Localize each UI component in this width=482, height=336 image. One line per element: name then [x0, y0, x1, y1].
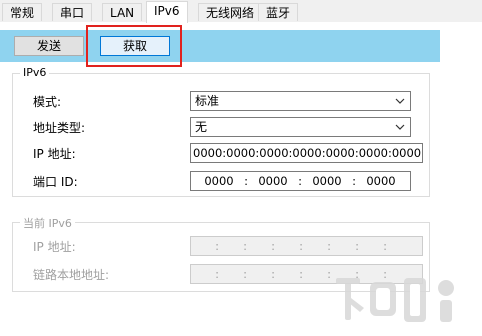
link-local-separator: : [299, 267, 303, 281]
ip-address-label: IP 地址: [33, 147, 76, 161]
tab-wireless[interactable]: 无线网络 [198, 3, 263, 21]
current-ip-separator: : [243, 239, 247, 253]
address-type-select-value: 无 [195, 120, 208, 134]
chevron-down-icon [395, 124, 405, 130]
current-ip-separator: : [355, 239, 359, 253]
link-local-separator: : [271, 267, 275, 281]
link-local-separator: : [243, 267, 247, 281]
tab-serial[interactable]: 串口 [52, 3, 93, 21]
tab-general[interactable]: 常规 [2, 3, 43, 21]
address-type-select[interactable]: 无 [190, 117, 411, 137]
current-ip-field: : : : : : : : [190, 236, 423, 256]
link-local-label: 链路本地地址: [33, 268, 110, 282]
port-id-segment: 0000 [312, 174, 342, 188]
current-ip-separator: : [271, 239, 275, 253]
ipv6-group-legend: IPv6 [20, 66, 50, 79]
port-id-label: 端口 ID: [33, 175, 78, 189]
send-button[interactable]: 发送 [14, 36, 84, 56]
port-id-segment: 0000 [204, 174, 234, 188]
chevron-down-icon [395, 98, 405, 104]
current-ip-separator: : [299, 239, 303, 253]
ip-address-field[interactable]: 0000:0000:0000:0000:0000:0000:0000:0000 [190, 143, 423, 163]
current-ip-separator: : [215, 239, 219, 253]
highlight-frame [86, 25, 182, 67]
current-ip-separator: : [327, 239, 331, 253]
tab-lan[interactable]: LAN [102, 3, 143, 21]
watermark-logo [336, 278, 454, 322]
tab-bluetooth[interactable]: 蓝牙 [258, 3, 299, 21]
port-id-segment: 0000 [258, 174, 288, 188]
link-local-separator: : [327, 267, 331, 281]
current-ip-label: IP 地址: [33, 240, 76, 254]
tab-ipv6[interactable]: IPv6 [146, 1, 188, 23]
port-id-separator: : [298, 174, 302, 188]
tab-strip: 常规 串口 LAN IPv6 无线网络 蓝牙 [0, 0, 482, 23]
current-ip-separator: : [383, 239, 387, 253]
mode-select-value: 标准 [195, 94, 220, 108]
mode-select[interactable]: 标准 [190, 91, 411, 111]
port-id-separator: : [352, 174, 356, 188]
mode-label: 模式: [33, 95, 62, 109]
port-id-field[interactable]: 0000 : 0000 : 0000 : 0000 [190, 171, 411, 191]
port-id-segment: 0000 [366, 174, 396, 188]
address-type-label: 地址类型: [33, 121, 86, 135]
current-ipv6-legend: 当前 IPv6 [20, 215, 75, 231]
port-id-separator: : [244, 174, 248, 188]
link-local-separator: : [215, 267, 219, 281]
